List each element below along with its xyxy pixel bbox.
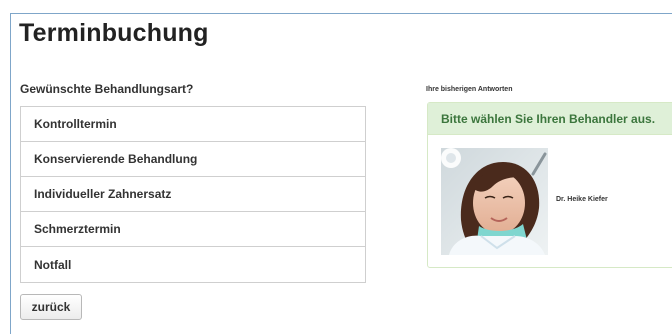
option-schmerztermin[interactable]: Schmerztermin — [21, 212, 365, 247]
previous-answers-label: Ihre bisherigen Antworten — [426, 86, 513, 93]
page-title: Terminbuchung — [19, 19, 209, 47]
question-label: Gewünschte Behandlungsart? — [20, 82, 194, 96]
option-kontrolltermin[interactable]: Kontrolltermin — [21, 107, 365, 142]
option-individueller-zahnersatz[interactable]: Individueller Zahnersatz — [21, 177, 365, 212]
option-konservierende-behandlung[interactable]: Konservierende Behandlung — [21, 142, 365, 177]
doctor-name[interactable]: Dr. Heike Kiefer — [556, 196, 608, 203]
dentist-portrait-image[interactable] — [441, 148, 548, 255]
treatment-options-list: Kontrolltermin Konservierende Behandlung… — [20, 106, 366, 283]
option-notfall[interactable]: Notfall — [21, 247, 365, 282]
previous-answers-panel: Bitte wählen Sie Ihren Behandler aus. Dr… — [427, 102, 672, 268]
back-button[interactable]: zurück — [20, 294, 82, 320]
panel-heading: Bitte wählen Sie Ihren Behandler aus. — [428, 103, 672, 135]
